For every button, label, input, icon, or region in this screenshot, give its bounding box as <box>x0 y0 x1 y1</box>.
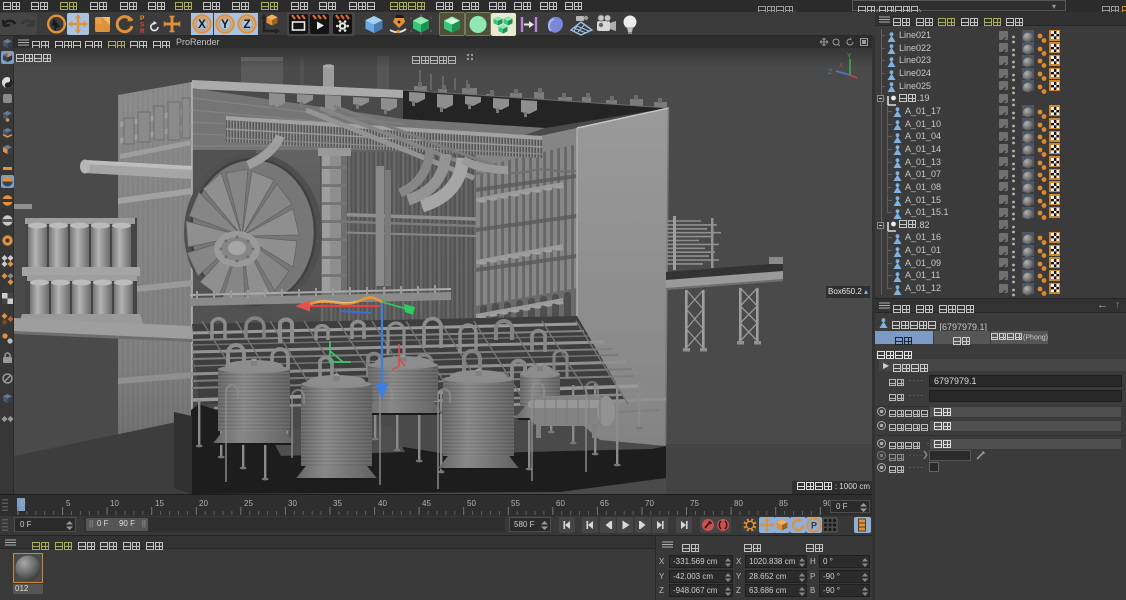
svg-text:Y: Y <box>847 53 852 60</box>
svg-text:15: 15 <box>155 499 164 508</box>
svg-text:40: 40 <box>378 499 387 508</box>
svg-text:5: 5 <box>66 499 71 508</box>
svg-text:X: X <box>198 19 206 31</box>
svg-text:70: 70 <box>645 499 654 508</box>
svg-text:30: 30 <box>288 499 297 508</box>
svg-text:85: 85 <box>779 499 788 508</box>
svg-text:Z: Z <box>244 19 251 31</box>
svg-text:X: X <box>839 63 843 69</box>
svg-text:60: 60 <box>556 499 565 508</box>
svg-text:75: 75 <box>690 499 699 508</box>
svg-text:55: 55 <box>511 499 520 508</box>
svg-text:10: 10 <box>110 499 119 508</box>
svg-text:20: 20 <box>199 499 208 508</box>
svg-text:P: P <box>811 521 817 531</box>
svg-text:Y: Y <box>221 19 229 31</box>
svg-text:0: 0 <box>21 499 26 508</box>
svg-text:50: 50 <box>467 499 476 508</box>
svg-text:45: 45 <box>422 499 431 508</box>
svg-text:Z: Z <box>828 69 833 76</box>
svg-text:R: R <box>140 28 145 35</box>
svg-text:80: 80 <box>734 499 743 508</box>
svg-text:25: 25 <box>244 499 253 508</box>
svg-text:35: 35 <box>333 499 342 508</box>
svg-text:65: 65 <box>600 499 609 508</box>
